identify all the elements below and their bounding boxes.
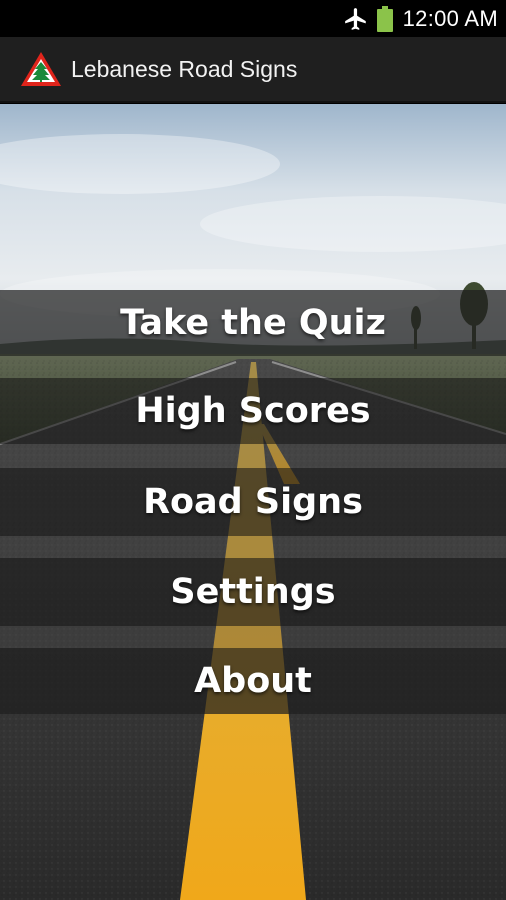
menu-item-settings[interactable]: Settings: [0, 558, 506, 626]
menu-item-label: Road Signs: [143, 482, 363, 522]
status-bar: 12:00 AM: [0, 0, 506, 37]
menu-item-high-scores[interactable]: High Scores: [0, 378, 506, 444]
menu-item-label: Settings: [170, 572, 336, 612]
action-bar: Lebanese Road Signs: [0, 37, 506, 103]
menu-item-label: About: [194, 661, 312, 701]
app-screen: 12:00 AM Lebanese Road Signs Take the Qu…: [0, 0, 506, 900]
lebanon-cedar-warning-sign-icon[interactable]: [20, 51, 62, 87]
status-time: 12:00 AM: [402, 5, 498, 31]
airplane-mode-icon: [344, 7, 366, 30]
battery-icon: [376, 5, 393, 32]
menu-divider: [0, 356, 506, 378]
menu-divider: [0, 536, 506, 558]
menu-item-label: Take the Quiz: [120, 303, 386, 343]
menu-item-label: High Scores: [135, 391, 371, 431]
menu-item-about[interactable]: About: [0, 648, 506, 714]
menu-divider: [0, 626, 506, 648]
menu-item-road-signs[interactable]: Road Signs: [0, 468, 506, 536]
menu-divider: [0, 444, 506, 468]
menu-item-take-the-quiz[interactable]: Take the Quiz: [0, 290, 506, 356]
app-title: Lebanese Road Signs: [71, 55, 298, 82]
